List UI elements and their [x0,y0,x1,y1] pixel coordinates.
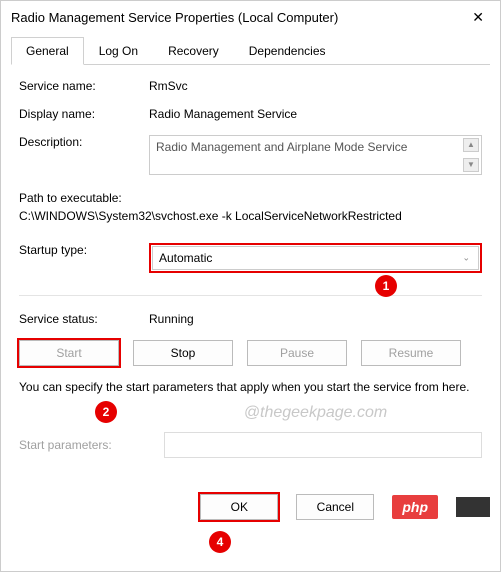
close-icon[interactable]: ✕ [466,9,490,26]
watermark: @thegeekpage.com [149,404,482,422]
path-block: Path to executable: C:\WINDOWS\System32\… [19,189,482,225]
tab-content: Service name: RmSvc Display name: Radio … [1,65,500,494]
tab-general[interactable]: General [11,37,84,65]
dialog-footer: OK Cancel php [1,494,500,530]
divider [19,295,482,296]
scroll-down-icon[interactable]: ▼ [463,158,479,172]
description-box: Radio Management and Airplane Mode Servi… [149,135,482,175]
service-status-label: Service status: [19,312,149,326]
service-buttons: Start Stop Pause Resume [19,340,482,366]
stop-button[interactable]: Stop [133,340,233,366]
start-button[interactable]: Start [19,340,119,366]
display-name-label: Display name: [19,107,149,121]
tab-logon[interactable]: Log On [84,37,153,65]
start-params-input [164,432,482,458]
hint-text: You can specify the start parameters tha… [19,378,482,396]
path-label: Path to executable: [19,189,482,207]
service-status-value: Running [149,312,482,326]
tab-recovery[interactable]: Recovery [153,37,234,65]
window-title: Radio Management Service Properties (Loc… [11,10,338,25]
display-name-value: Radio Management Service [149,107,482,121]
php-badge: php [392,495,438,519]
pause-button[interactable]: Pause [247,340,347,366]
title-bar: Radio Management Service Properties (Loc… [1,1,500,32]
ok-button[interactable]: OK [200,494,278,520]
resume-button[interactable]: Resume [361,340,461,366]
php-tail [456,497,490,517]
description-text: Radio Management and Airplane Mode Servi… [156,140,407,154]
service-name-label: Service name: [19,79,149,93]
annotation-badge-2: 2 [95,401,117,423]
startup-type-wrap: Automatic ⌄ [149,243,482,273]
path-value: C:\WINDOWS\System32\svchost.exe -k Local… [19,207,482,225]
tab-dependencies[interactable]: Dependencies [234,37,341,65]
description-label: Description: [19,135,149,149]
startup-type-select[interactable]: Automatic [152,246,479,270]
cancel-button[interactable]: Cancel [296,494,374,520]
service-name-value: RmSvc [149,79,482,93]
startup-type-label: Startup type: [19,243,149,257]
start-params-label: Start parameters: [19,438,164,452]
tab-strip: General Log On Recovery Dependencies [11,36,490,65]
annotation-badge-4: 4 [209,531,231,553]
annotation-badge-1: 1 [375,275,397,297]
scroll-up-icon[interactable]: ▲ [463,138,479,152]
